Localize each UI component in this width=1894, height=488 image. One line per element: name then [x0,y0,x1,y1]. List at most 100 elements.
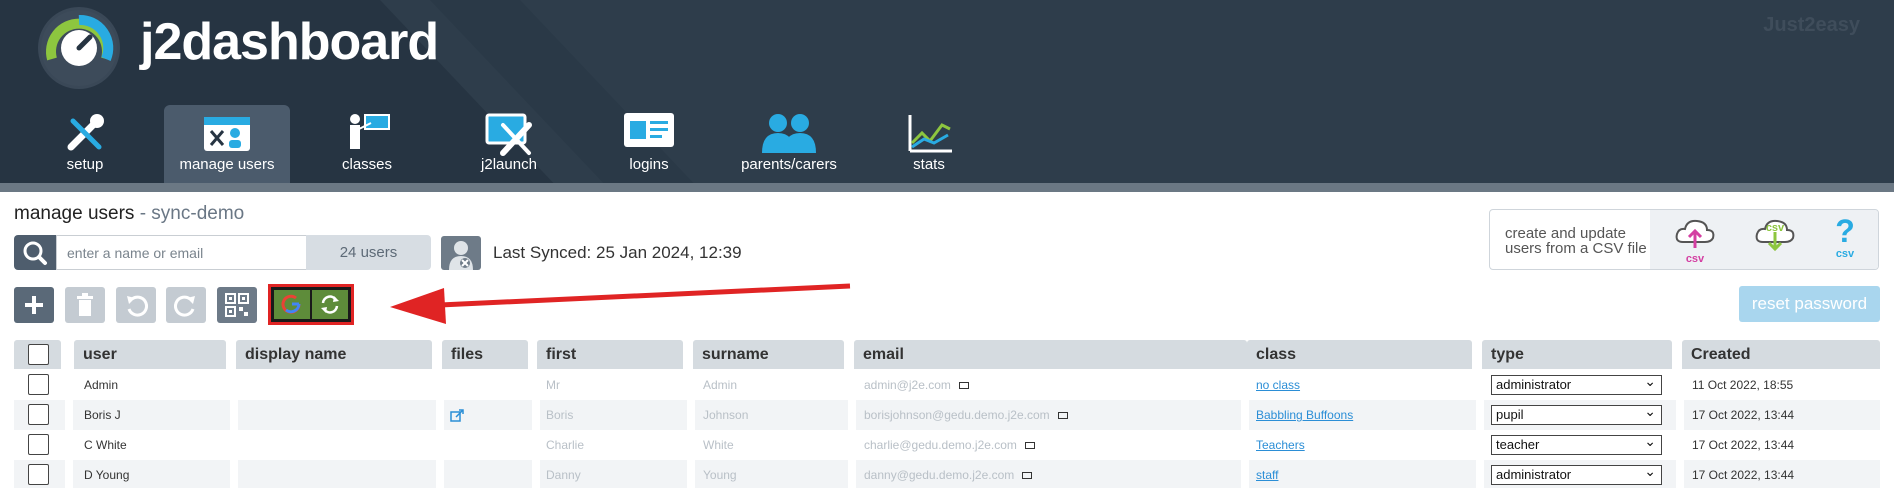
logo-gauge-icon[interactable] [38,7,120,89]
tools-icon [67,114,104,151]
cell-user[interactable]: D Young [84,460,129,488]
search-button[interactable] [14,235,56,270]
cell-first[interactable]: Charlie [546,430,584,460]
plus-icon [25,296,43,314]
mail-icon[interactable] [958,382,969,390]
page-subtitle: - sync-demo [139,203,245,224]
csv-help-button[interactable]: ? csv [1825,214,1865,266]
header-divider [0,183,1894,192]
row-checkbox[interactable] [28,374,49,395]
cell-first[interactable]: Danny [546,460,581,488]
delete-button[interactable] [65,287,105,323]
column-separator [1241,369,1249,488]
question-icon: ? [1835,213,1855,249]
app-header: j2dashboard Just2easy setup manage users [0,0,1894,190]
csv-download-button[interactable]: csv [1753,216,1797,266]
cell-first[interactable]: Mr [546,370,560,400]
cell-user[interactable]: C White [84,430,127,460]
mail-icon[interactable] [1057,412,1068,420]
cell-surname[interactable]: White [703,430,734,460]
nav-manage-users[interactable]: manage users [164,105,290,183]
undo-icon [127,295,148,317]
cell-class-link[interactable]: no class [1256,370,1300,400]
column-separator [1476,369,1484,488]
refresh-sync-button[interactable] [312,290,348,319]
search-input[interactable] [56,235,306,270]
column-separator [532,369,540,488]
row-checkbox[interactable] [28,434,49,455]
column-header-first[interactable]: first [537,340,683,369]
select-all-checkbox[interactable] [28,344,49,365]
nav-label: stats [913,156,945,173]
type-select[interactable]: pupil [1491,402,1662,425]
cell-first[interactable]: Boris [546,400,573,430]
cell-user[interactable]: Admin [84,370,118,400]
column-header-files[interactable]: files [442,340,528,369]
column-header-class[interactable]: class [1247,340,1472,369]
row-checkbox[interactable] [28,404,49,425]
nav-setup[interactable]: setup [22,105,148,183]
email-text: admin@j2e.com [864,378,951,392]
reset-password-button[interactable]: reset password [1739,286,1880,322]
column-header-created[interactable]: Created [1682,340,1880,369]
nav-stats[interactable]: stats [866,105,992,183]
redo-button[interactable] [166,287,206,323]
undo-button[interactable] [116,287,156,323]
user-count-badge: 24 users [306,235,431,270]
nav-logins[interactable]: logins [586,105,712,183]
column-header-surname[interactable]: surname [693,340,844,369]
mail-icon[interactable] [1024,442,1035,450]
logo-text[interactable]: j2dashboard [140,12,439,72]
column-header-type[interactable]: type [1482,340,1672,369]
cell-email[interactable]: charlie@gedu.demo.j2e.com [864,430,1035,460]
qr-code-button[interactable] [217,287,257,323]
cell-created: 17 Oct 2022, 13:44 [1692,408,1795,422]
refresh-icon [321,295,339,314]
cell-class-link[interactable]: Teachers [1256,430,1305,460]
type-select[interactable]: teacher [1491,432,1662,455]
sync-avatar-icon [441,236,481,270]
nav-parents-carers[interactable]: parents/carers [726,105,852,183]
stats-icon [908,115,952,153]
email-text: borisjohnson@gedu.demo.j2e.com [864,408,1050,422]
brand-name: Just2easy [1763,14,1860,36]
google-icon [281,294,301,314]
add-user-button[interactable] [14,287,54,323]
open-files-icon[interactable] [450,400,464,430]
cell-created: 11 Oct 2022, 18:55 [1692,378,1794,392]
csv-panel-line1: create and update [1505,225,1626,242]
search-icon [23,241,47,265]
table-row[interactable]: C White Charlie White charlie@gedu.demo.j2e… [14,430,1880,460]
mail-icon[interactable] [1022,472,1033,480]
table-row[interactable]: Admin Mr Admin admin@j2e.com no class adminis… [14,370,1880,400]
cell-class-link[interactable]: Babbling Buffoons [1256,400,1353,430]
nav-j2launch[interactable]: j2launch [446,105,572,183]
type-select[interactable]: administrator [1491,372,1662,395]
cell-email[interactable]: danny@gedu.demo.j2e.com [864,460,1033,488]
email-text: danny@gedu.demo.j2e.com [864,468,1015,482]
cell-surname[interactable]: Johnson [703,400,748,430]
cell-email[interactable]: admin@j2e.com [864,370,969,400]
type-select[interactable]: administrator [1491,462,1662,485]
annotation-arrow-icon [390,283,851,324]
cell-surname[interactable]: Young [703,460,737,488]
nav-label: classes [341,156,393,173]
google-sync-group [268,284,354,325]
table-row[interactable]: D Young Danny Young danny@gedu.demo.j2e.com… [14,460,1880,488]
table-row[interactable]: Boris J Boris Johnson borisjohnson@gedu.dem… [14,400,1880,430]
select-all-header [14,340,61,369]
nav-classes[interactable]: classes [304,105,430,183]
cell-email[interactable]: borisjohnson@gedu.demo.j2e.com [864,400,1068,430]
column-header-email[interactable]: email [854,340,1247,369]
column-header-user[interactable]: user [74,340,226,369]
row-checkbox[interactable] [28,464,49,485]
email-text: charlie@gedu.demo.j2e.com [864,438,1017,452]
cell-surname[interactable]: Admin [703,370,737,400]
csv-upload-button[interactable]: csv [1673,216,1717,266]
cell-user[interactable]: Boris J [84,400,121,430]
cell-class-link[interactable]: staff [1256,460,1278,488]
column-header-display-name[interactable]: display name [236,340,432,369]
csv-download-label: csv [1765,222,1785,234]
parents-icon [762,114,816,153]
google-sync-button[interactable] [274,290,310,319]
